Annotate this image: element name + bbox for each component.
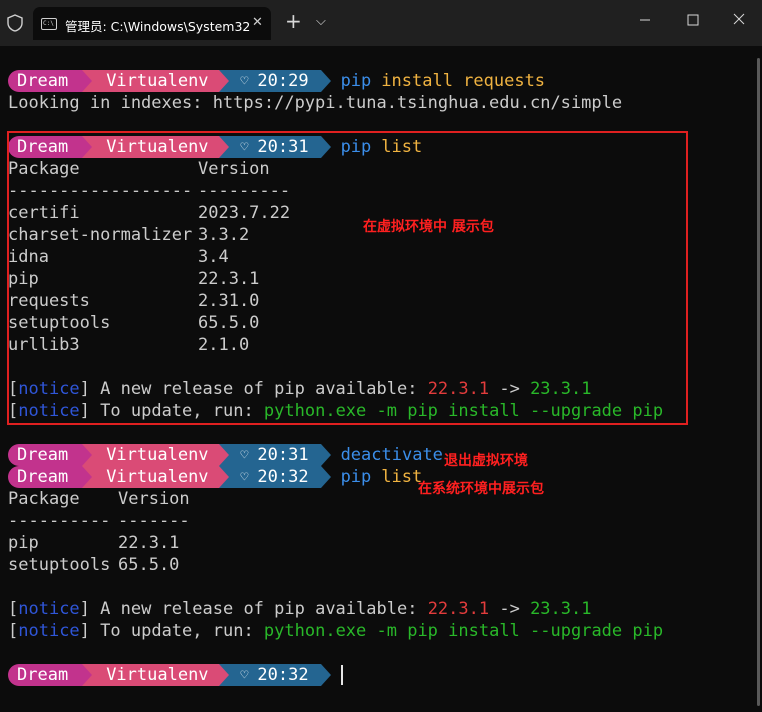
package-name: setuptools <box>8 555 111 575</box>
annotation-show-in-system: 在系统环境中展示包 <box>418 481 544 497</box>
notice-text: A new release of pip available: <box>89 599 428 619</box>
bracket: [ <box>8 599 19 619</box>
annotation-show-in-venv: 在虚拟环境中 展示包 <box>363 219 494 235</box>
prompt-user-segment: Dream <box>8 444 83 466</box>
prompt-user-segment: Dream <box>8 466 83 488</box>
prompt-time: 20:29 <box>257 71 309 91</box>
segment-separator <box>320 466 331 488</box>
tab-dropdown-button[interactable]: ⌵ <box>316 14 326 29</box>
text-cursor[interactable] <box>340 665 343 685</box>
separator-version: ------- <box>118 511 190 531</box>
prompt-time-segment: ♡ 20:31 <box>228 444 321 466</box>
notice-tag: notice <box>18 621 80 641</box>
prompt-time-segment: ♡ 20:29 <box>228 70 321 92</box>
tab-close-icon[interactable]: ✕ <box>252 15 263 30</box>
command-args: install requests <box>381 71 546 91</box>
tab-title: 管理员: C:\Windows\System32 <box>65 19 251 34</box>
command-args: list <box>381 467 423 487</box>
prompt-env-segment: Virtualenv <box>92 444 219 466</box>
separator-package: ---------- <box>8 511 111 531</box>
prompt-line: Dream Virtualenv ♡ 20:32 pip list <box>8 466 752 488</box>
notice-line: [notice] To update, run: python.exe -m p… <box>8 620 752 642</box>
header-package: Package <box>8 489 80 509</box>
old-version: 22.3.1 <box>427 599 490 619</box>
version-arrow: -> <box>489 599 531 619</box>
prompt-line: Dream Virtualenv ♡ 20:32 <box>8 664 752 686</box>
new-version: 23.3.1 <box>530 599 592 619</box>
maximize-button[interactable] <box>668 0 714 40</box>
table-row: pip 22.3.1 <box>8 532 752 554</box>
command-name: deactivate <box>340 445 443 465</box>
minimize-icon <box>640 19 650 21</box>
close-button[interactable] <box>714 0 760 40</box>
package-name: pip <box>8 533 39 553</box>
segment-separator <box>320 70 331 92</box>
prompt-env-segment: Virtualenv <box>92 664 219 686</box>
prompt-env-segment: Virtualenv <box>92 70 219 92</box>
heart-icon: ♡ <box>240 469 249 485</box>
new-tab-button[interactable]: + <box>285 9 302 33</box>
package-version: 22.3.1 <box>118 533 180 553</box>
prompt-time: 20:32 <box>257 665 309 685</box>
minimize-button[interactable] <box>622 0 668 40</box>
output-line: Looking in indexes: https://pypi.tuna.ts… <box>8 93 623 113</box>
cmd-icon: C:\ <box>41 18 57 30</box>
prompt-user-segment: Dream <box>8 70 83 92</box>
heart-icon: ♡ <box>240 73 249 89</box>
heart-icon: ♡ <box>240 667 249 683</box>
prompt-time-segment: ♡ 20:32 <box>228 466 321 488</box>
segment-separator <box>320 664 331 686</box>
package-version: 65.5.0 <box>118 555 180 575</box>
table-row: setuptools 65.5.0 <box>8 554 752 576</box>
notice-text: To update, run: <box>89 621 264 641</box>
maximize-icon <box>687 14 699 26</box>
bracket: ] <box>79 621 90 641</box>
table-separator: ---------- ------- <box>8 510 752 532</box>
prompt-user-segment: Dream <box>8 664 83 686</box>
segment-separator <box>82 466 93 488</box>
update-command: python.exe -m pip install --upgrade pip <box>263 621 664 641</box>
segment-separator <box>82 664 93 686</box>
shield-icon <box>7 14 23 32</box>
segment-separator <box>218 466 229 488</box>
segment-separator <box>218 664 229 686</box>
close-icon <box>733 13 745 25</box>
heart-icon: ♡ <box>240 447 249 463</box>
table-header: Package Version <box>8 488 752 510</box>
prompt-time-segment: ♡ 20:32 <box>228 664 321 686</box>
header-version: Version <box>118 489 190 509</box>
highlight-box <box>7 131 688 425</box>
prompt-line: Dream Virtualenv ♡ 20:29 pip install reque… <box>8 70 752 92</box>
notice-line: [notice] A new release of pip available:… <box>8 598 752 620</box>
scrollbar[interactable] <box>757 58 760 706</box>
prompt-line: Dream Virtualenv ♡ 20:31 deactivate <box>8 444 752 466</box>
title-bar: C:\ 管理员: C:\Windows\System32 ✕ + ⌵ <box>0 0 762 46</box>
prompt-time: 20:31 <box>257 445 309 465</box>
bracket: [ <box>8 621 19 641</box>
annotation-exit-venv: 退出虚拟环境 <box>444 453 528 469</box>
segment-separator <box>82 70 93 92</box>
segment-separator <box>218 444 229 466</box>
segment-separator <box>320 444 331 466</box>
segment-separator <box>82 444 93 466</box>
bracket: ] <box>79 599 90 619</box>
terminal-tab[interactable]: C:\ 管理员: C:\Windows\System32 ✕ <box>33 7 271 40</box>
command-name: pip <box>340 71 372 91</box>
segment-separator <box>218 70 229 92</box>
prompt-time: 20:32 <box>257 467 309 487</box>
prompt-env-segment: Virtualenv <box>92 466 219 488</box>
command-name: pip <box>340 467 372 487</box>
notice-tag: notice <box>18 599 80 619</box>
